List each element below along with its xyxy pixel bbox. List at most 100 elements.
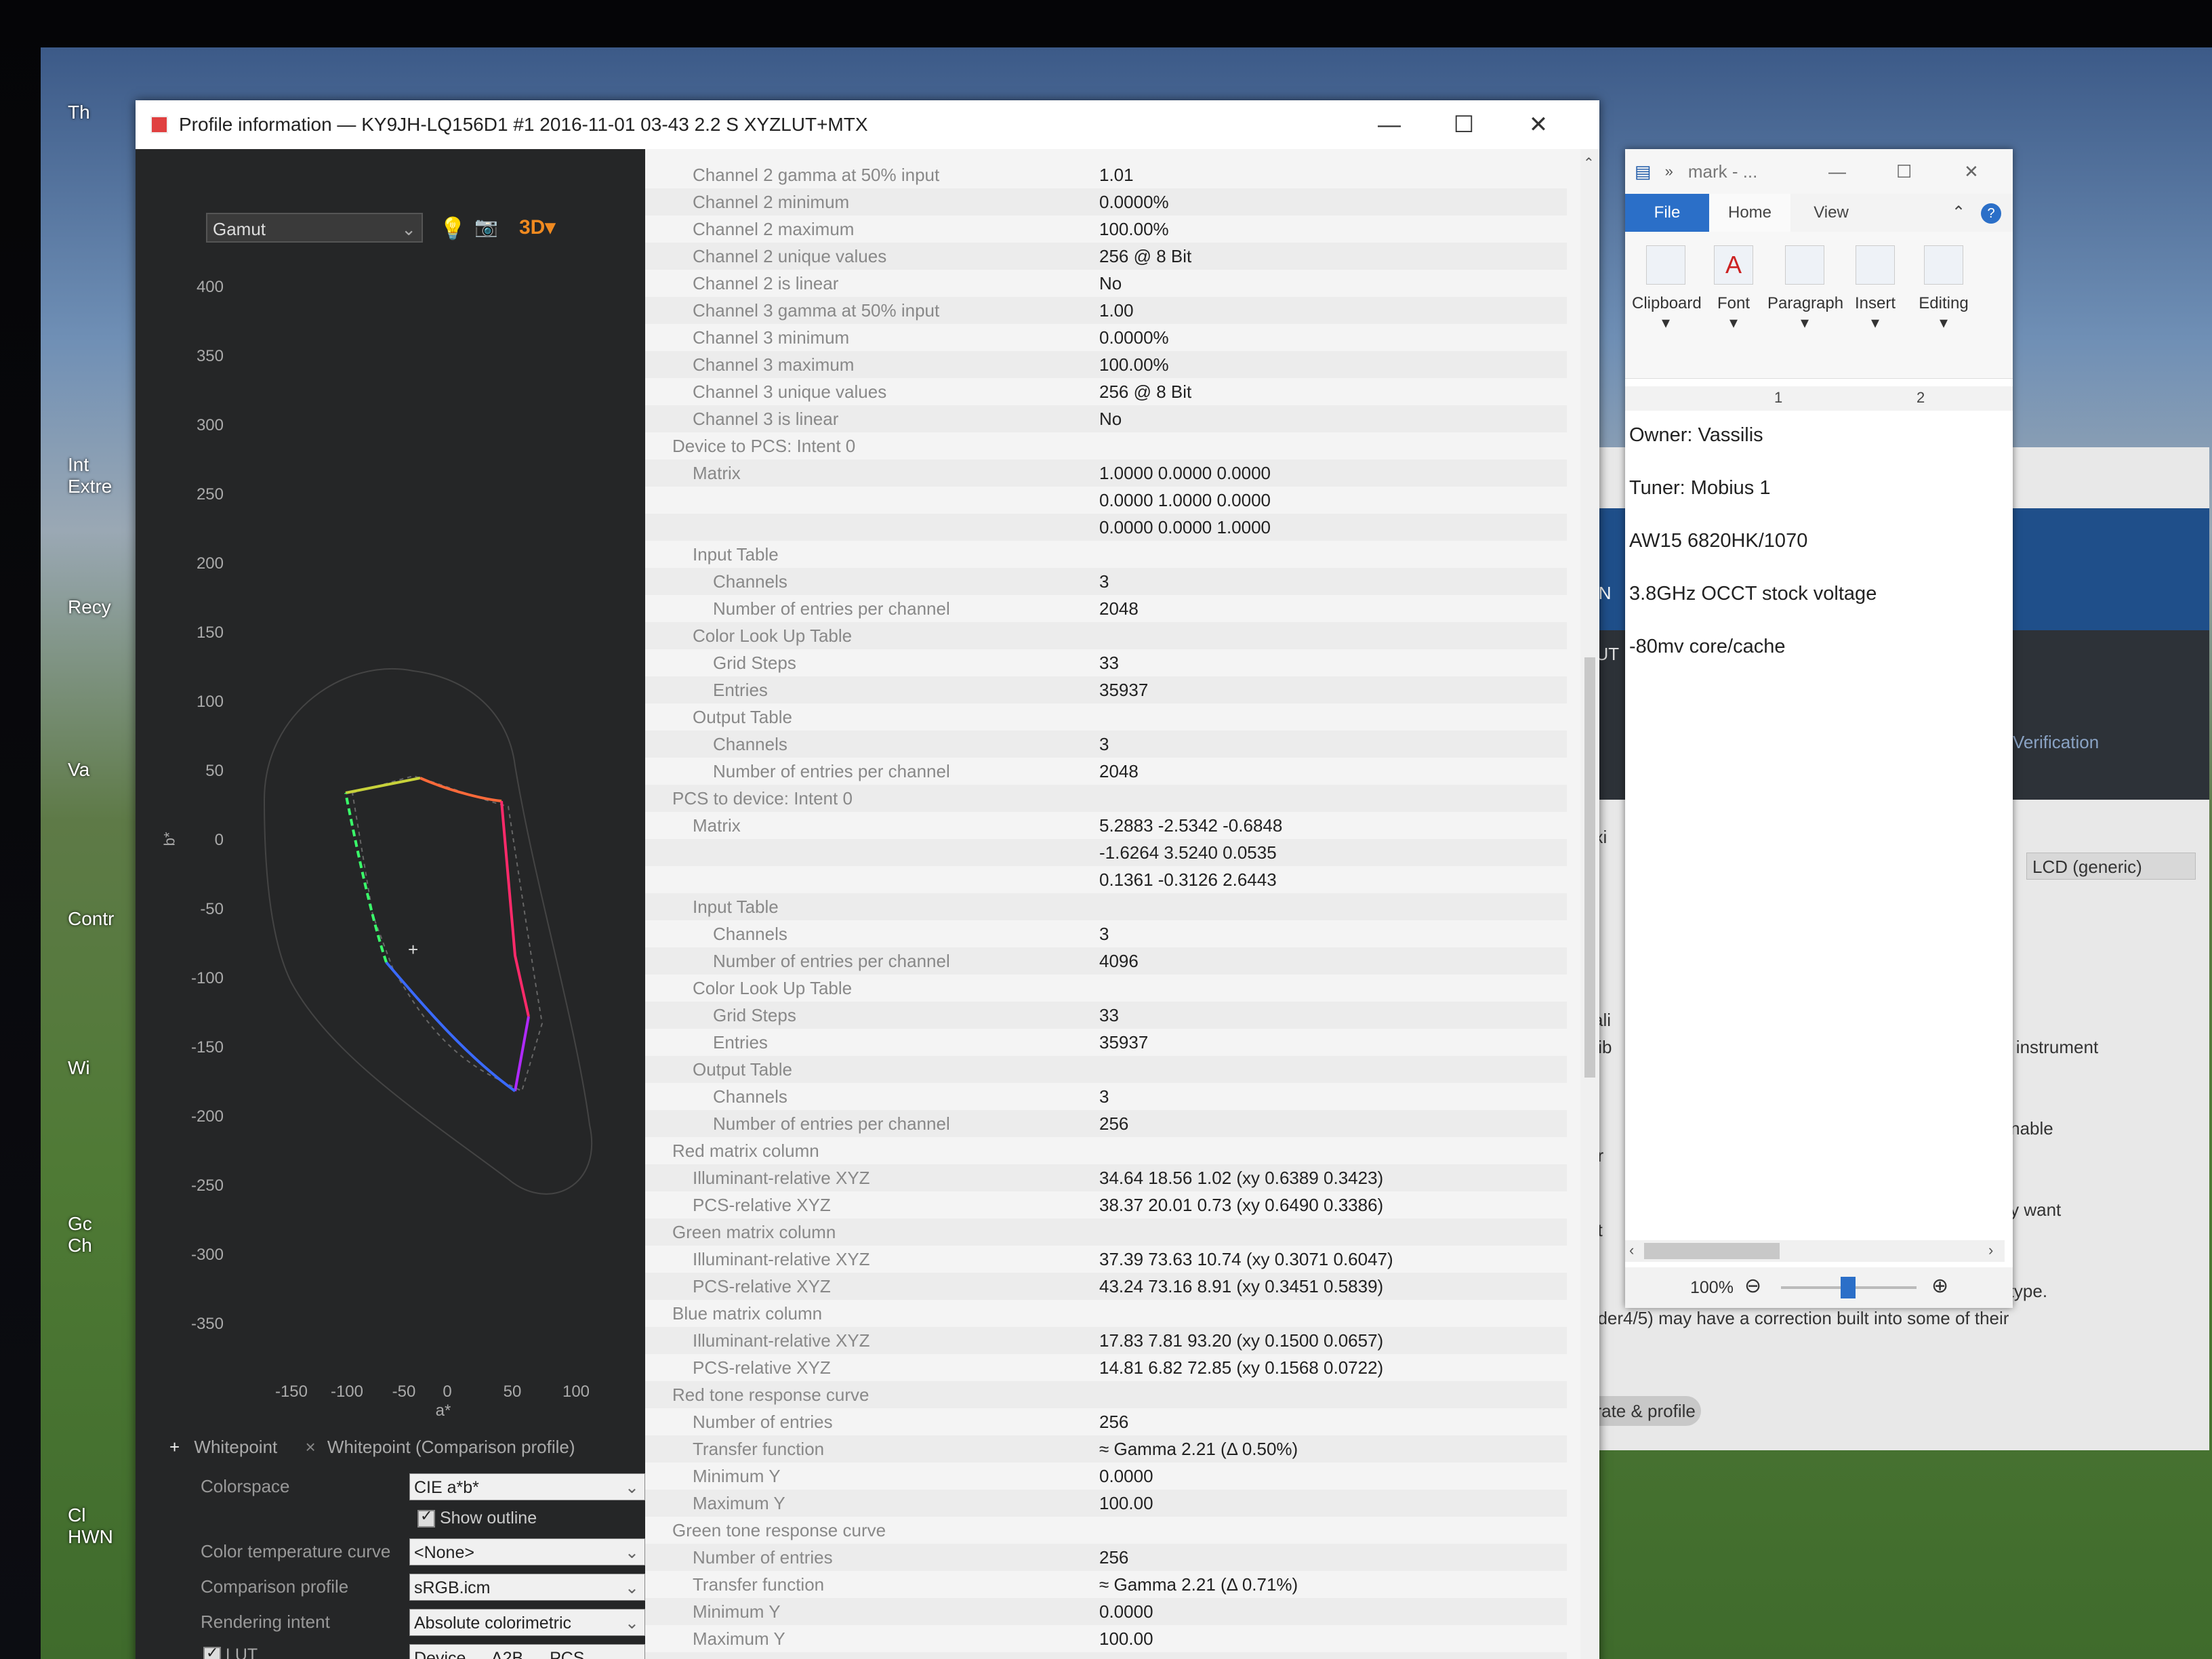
ruler[interactable]: 1 2 [1625,386,2013,411]
show-outline-toggle[interactable]: Show outline [417,1507,537,1528]
ribbon-group-insert[interactable]: Insert ▾ [1845,245,1906,333]
detail-key: Channel 2 maximum [693,219,855,239]
desktop-icon-chrome[interactable]: Gc Ch [41,1213,115,1256]
detail-value: 256 @ 8 Bit [1099,382,1192,402]
desktop-icon-label: Th [68,102,90,123]
scroll-left-icon[interactable]: ‹ [1629,1242,1634,1259]
detail-value: ≈ Gamma 2.21 (Δ 0.71%) [1099,1574,1298,1595]
rendering-intent-select[interactable]: Absolute colorimetric ⌄ [409,1609,645,1636]
lightbulb-icon[interactable]: 💡 [439,216,466,241]
help-icon[interactable]: ? [1978,194,2005,232]
detail-row: Red matrix column [645,1137,1567,1164]
close-icon[interactable]: ✕ [1504,100,1572,149]
scroll-up-icon[interactable]: ⌃ [1583,155,1595,171]
x-tick: -150 [274,1382,308,1401]
y-tick: -100 [190,969,224,987]
zoom-out-icon[interactable]: ⊖ [1744,1274,1761,1298]
ribbon-group-paragraph[interactable]: Paragraph ▾ [1767,245,1844,333]
maximize-icon[interactable]: ☐ [1896,161,1912,182]
detail-value: 0.0000 0.0000 1.0000 [1099,517,1271,537]
y-tick: 50 [205,762,224,780]
detail-row: Channel 3 unique values 256 @ 8 Bit [645,378,1567,405]
desktop-icon-wi[interactable]: Wi [41,1057,115,1079]
desktop-icon-intel-extreme[interactable]: Int Extre [41,454,115,497]
scrollbar-thumb[interactable] [1584,657,1595,1078]
detail-row: Channel 2 is linear No [645,270,1567,297]
detail-key: Grid Steps [713,653,796,673]
detail-row: Color Look Up Table [645,975,1567,1002]
desktop-icon-this-pc[interactable]: Th [41,102,115,123]
window-title: Profile information — KY9JH-LQ156D1 #1 2… [179,114,868,135]
detail-row: 0.0000 1.0000 0.0000 [645,487,1567,514]
lut-label: LUT [225,1645,258,1659]
lut-checkbox[interactable] [203,1644,221,1659]
hscroll-thumb[interactable] [1644,1243,1780,1259]
desktop-icon-hwinfo[interactable]: Cl HWN [41,1504,115,1548]
ribbon-group-font[interactable]: A Font ▾ [1703,245,1764,333]
horizontal-scrollbar[interactable]: ‹ › [1625,1240,2005,1262]
detail-row: Channel 2 minimum 0.0000% [645,188,1567,216]
detail-value: 1.0000 0.0000 0.0000 [1099,463,1271,483]
collapse-ribbon-icon[interactable]: ⌃ [1945,194,1972,232]
detail-key: Matrix [693,463,741,483]
detail-row: Matrix 5.2883 -2.5342 -0.6848 [645,812,1567,839]
comparison-profile-select[interactable]: sRGB.icm ⌄ [409,1574,645,1601]
detail-key: Green tone response curve [672,1520,886,1540]
y-tick: -350 [190,1315,224,1333]
vertical-scrollbar[interactable]: ⌃ ⌄ [1580,149,1599,1659]
tab-file[interactable]: File [1625,194,1709,232]
y-tick: -300 [190,1246,224,1264]
detail-key: Entries [713,1032,768,1052]
detail-value: 3 [1099,571,1109,592]
view-3d-button[interactable]: 3D▾ [519,216,555,239]
show-outline-checkbox[interactable] [417,1507,435,1528]
colorspace-select[interactable]: CIE a*b* ⌄ [409,1473,645,1500]
detail-key: Input Table [693,544,779,565]
screenshot-icon[interactable]: 📷 [474,216,498,238]
scroll-right-icon[interactable]: › [1988,1242,1993,1259]
close-icon[interactable]: ✕ [1964,161,1979,182]
tab-verification[interactable]: Verification [2013,732,2099,753]
quick-access-icon[interactable]: » [1665,163,1673,180]
detail-row: Red tone response curve [645,1381,1567,1408]
minimize-icon[interactable]: — [1355,100,1423,149]
zoom-level: 100% [1690,1278,1734,1297]
desktop-icon-label: Cl HWN [68,1504,113,1547]
y-tick: 150 [196,623,224,642]
desktop-icon-control-panel[interactable]: Contr [41,908,115,930]
detail-key: Maximum Y [693,1493,785,1513]
desktop-icon-va[interactable]: Va [41,759,115,781]
tab-view[interactable]: View [1790,194,1872,232]
document-area[interactable]: Owner: Vassilis Tuner: Mobius 1 AW15 682… [1625,413,2005,1247]
detail-value: 37.39 73.63 10.74 (xy 0.3071 0.6047) [1099,1249,1393,1269]
view-select[interactable]: Gamut ⌄ [206,213,423,243]
detail-row: Blue matrix column [645,1300,1567,1327]
color-temp-select[interactable]: <None> ⌄ [409,1538,645,1565]
zoom-slider-thumb[interactable] [1841,1277,1856,1298]
app-icon [150,116,168,134]
document-line: -80mv core/cache [1629,636,1786,657]
detail-value: 0.0000 1.0000 0.0000 [1099,490,1271,510]
detail-key: Color Look Up Table [693,978,853,998]
minimize-icon[interactable]: — [1828,161,1846,182]
colorspace-label: Colorspace [201,1476,290,1496]
ribbon-group-label: Paragraph [1767,294,1844,312]
detail-row: Number of entries per channel 2048 [645,758,1567,785]
zoom-in-icon[interactable]: ⊕ [1931,1274,1948,1298]
ribbon-group-clipboard[interactable]: Clipboard ▾ [1632,245,1702,333]
font-color-icon: A [1714,245,1753,285]
y-tick: -50 [200,900,224,918]
detail-key: Output Table [693,1059,792,1080]
maximize-icon[interactable]: ☐ [1430,100,1498,149]
whitepoint-legend: Whitepoint [194,1437,278,1457]
ribbon-group-editing[interactable]: Editing ▾ [1910,245,1978,333]
gamut-edge-violet [514,1016,530,1092]
detail-key: PCS-relative XYZ [693,1276,831,1296]
desktop-icon-recycle-bin[interactable]: Recy [41,596,115,618]
lut-select[interactable]: Device → A2B → PCS ⌄ [409,1644,645,1659]
display-type-select[interactable]: LCD (generic) [2026,853,2196,880]
y-tick: 200 [196,554,224,573]
lut-toggle[interactable]: LUT [203,1644,258,1659]
tab-home[interactable]: Home [1709,194,1790,232]
detail-value: 1.01 [1099,165,1134,185]
